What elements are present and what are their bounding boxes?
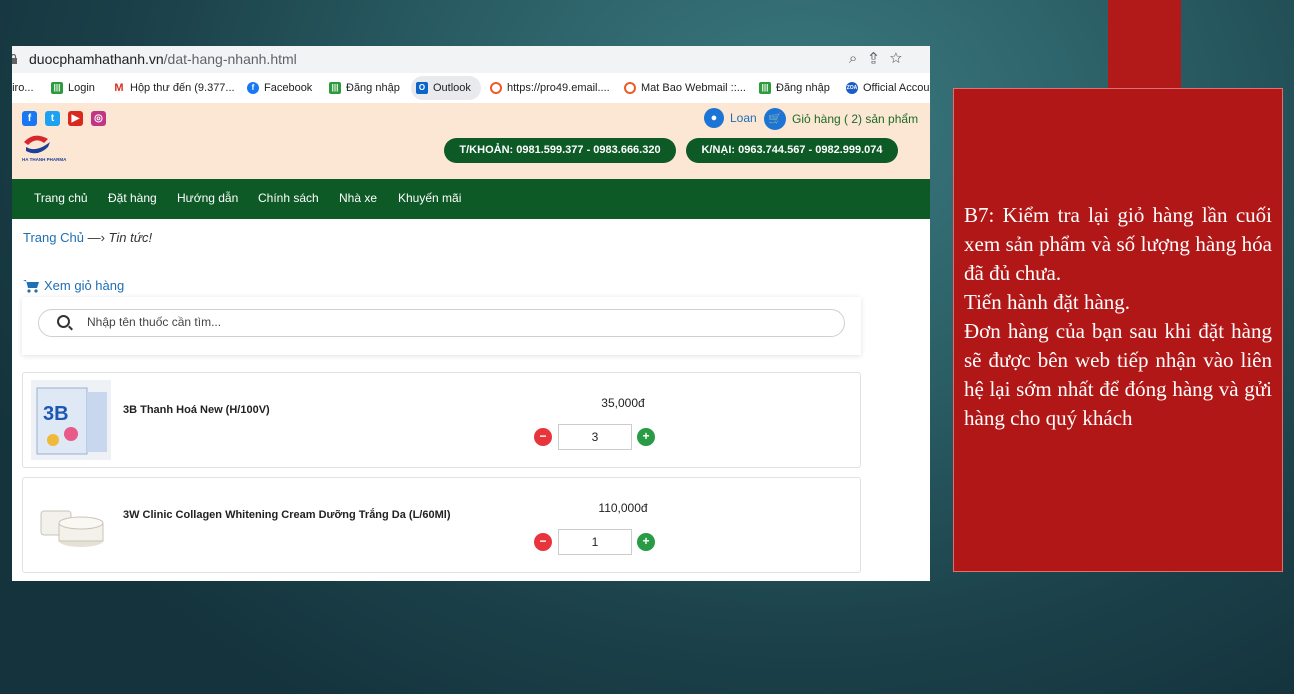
cart-link[interactable]: 🛒 Giỏ hàng ( 2) sản phẩm (764, 108, 918, 130)
gmail-icon: M (113, 82, 125, 94)
brand-text: HA THANH PHARMA (22, 157, 67, 162)
star-icon[interactable]: ☆ (890, 50, 914, 67)
browser-screenshot: duocphamhathanh.vn/dat-hang-nhanh.html ⌕… (12, 46, 930, 581)
address-actions: ⌕⇪☆ (849, 50, 914, 67)
cart-label: Giỏ hàng ( 2) sản phẩm (792, 112, 919, 126)
bookmark-dang-nhap-2[interactable]: ||| Đăng nhập (759, 82, 830, 94)
social-links: f t ▶ ◎ (22, 111, 106, 126)
instagram-icon[interactable]: ◎ (91, 111, 106, 126)
svg-text:3B: 3B (43, 403, 69, 425)
bookmark-label: Mat Bao Webmail ::... (641, 82, 746, 94)
product-name: 3B Thanh Hoá New (H/100V) (123, 404, 270, 416)
bookmark-label: Facebook (264, 82, 313, 94)
note-line-2: Tiến hành đặt hàng. (964, 290, 1131, 314)
share-icon[interactable]: ⇪ (869, 50, 889, 67)
product-name: 3W Clinic Collagen Whitening Cream Dưỡng… (123, 509, 451, 521)
bookmark-dang-nhap-1[interactable]: ||| Đăng nhập (329, 82, 400, 94)
bookmark-login[interactable]: ||| Login (51, 82, 95, 94)
note-line-3: Đơn hàng của bạn sau khi đặt hàng sẽ đượ… (964, 319, 1272, 430)
product-price: 35,000đ (601, 396, 645, 410)
search-input[interactable] (85, 314, 789, 330)
nav-item-promo[interactable]: Khuyến mãi (398, 191, 461, 205)
url-path: /dat-hang-nhanh.html (163, 51, 297, 67)
account-link[interactable]: ● Loan (704, 108, 757, 128)
bookmark-label: biro... (12, 82, 34, 94)
quantity-input[interactable]: 3 (558, 424, 632, 450)
bookmark-label: Đăng nhập (346, 82, 400, 94)
bookmark-pro49[interactable]: https://pro49.email.... (490, 82, 610, 94)
main-nav: Trang chủ Đặt hàng Hướng dẫn Chính sách … (12, 179, 930, 219)
nav-item-guide[interactable]: Hướng dẫn (177, 191, 238, 205)
bookmark-label: Hộp thư đến (9.377... (130, 82, 235, 94)
bookmark-gmail[interactable]: M Hộp thư đến (9.377... (113, 82, 235, 94)
note-line-1: B7: Kiểm tra lại giỏ hàng lần cuối xem s… (964, 203, 1272, 285)
search-icon (57, 315, 70, 328)
breadcrumb-current: Tin tức! (108, 230, 153, 245)
outlook-icon: O (416, 82, 428, 94)
nav-item-bus[interactable]: Nhà xe (339, 191, 377, 205)
bookmark-official[interactable]: ZOA Official Accou (846, 82, 929, 94)
logo-mark-icon (24, 135, 50, 154)
user-icon: ● (704, 108, 724, 128)
bars-green-icon: ||| (51, 82, 63, 94)
breadcrumb: Trang Chủ —› Tin tức! (23, 230, 152, 245)
url-text[interactable]: duocphamhathanh.vn/dat-hang-nhanh.html (29, 51, 297, 67)
nav-item-order[interactable]: Đặt hàng (108, 191, 157, 205)
view-cart-link[interactable]: Xem giỏ hàng (23, 278, 124, 293)
ring-icon (624, 82, 636, 94)
bookmark-label: https://pro49.email.... (507, 82, 610, 94)
quantity-input[interactable]: 1 (558, 529, 632, 555)
bookmark-label: Official Accou (863, 82, 930, 94)
cart-icon (23, 279, 39, 293)
cart-item: 3B 3B Thanh Hoá New (H/100V) 35,000đ − 3… (22, 372, 861, 468)
bookmarks-bar: biro... |||Login MHộp thư đến (9.377... … (12, 73, 930, 103)
instruction-note: B7: Kiểm tra lại giỏ hàng lần cuối xem s… (953, 88, 1283, 572)
increase-qty-button[interactable]: + (637, 428, 655, 446)
view-cart-label: Xem giỏ hàng (44, 278, 125, 293)
twitter-icon[interactable]: t (45, 111, 60, 126)
bookmark-matbao[interactable]: Mat Bao Webmail ::... (624, 82, 746, 94)
zoa-icon: ZOA (846, 82, 858, 94)
search-panel (22, 297, 861, 355)
complaint-hotline-pill: K/NẠI: 0963.744.567 - 0982.999.074 (686, 138, 898, 163)
breadcrumb-home[interactable]: Trang Chủ (23, 230, 84, 245)
facebook-icon[interactable]: f (22, 111, 37, 126)
product-image: 3B (31, 380, 111, 460)
product-image (31, 485, 111, 565)
account-hotline-pill: T/KHOẢN: 0981.599.377 - 0983.666.320 (444, 138, 676, 163)
ring-icon (490, 82, 502, 94)
bars-green-icon: ||| (759, 82, 771, 94)
lock-icon (12, 54, 17, 64)
nav-item-policy[interactable]: Chính sách (258, 191, 319, 205)
bookmark-biro[interactable]: biro... (12, 82, 34, 94)
product-price: 110,000đ (598, 501, 648, 515)
facebook-icon: f (247, 82, 259, 94)
bookmark-label: Outlook (433, 82, 471, 94)
site-header: f t ▶ ◎ HA THANH PHARMA ● Loan 🛒 Giỏ hàng … (12, 103, 930, 179)
decrease-qty-button[interactable]: − (534, 533, 552, 551)
cart-item: 3W Clinic Collagen Whitening Cream Dưỡng… (22, 477, 861, 573)
bookmark-outlook[interactable]: O Outlook (416, 82, 471, 94)
zoom-icon[interactable]: ⌕ (849, 50, 869, 67)
url-host: duocphamhathanh.vn (29, 51, 164, 67)
user-name: Loan (730, 111, 757, 125)
bookmark-label: Đăng nhập (776, 82, 830, 94)
bookmark-label: Login (68, 82, 95, 94)
search-field[interactable] (38, 309, 845, 337)
site-logo[interactable]: HA THANH PHARMA (22, 133, 82, 167)
nav-item-home[interactable]: Trang chủ (34, 191, 88, 205)
breadcrumb-separator: —› (87, 230, 105, 245)
cart-icon: 🛒 (764, 108, 786, 130)
decrease-qty-button[interactable]: − (534, 428, 552, 446)
youtube-icon[interactable]: ▶ (68, 111, 83, 126)
decorative-ribbon (1108, 0, 1181, 90)
bars-green-icon: ||| (329, 82, 341, 94)
bookmark-facebook[interactable]: f Facebook (247, 82, 312, 94)
increase-qty-button[interactable]: + (637, 533, 655, 551)
address-bar[interactable]: duocphamhathanh.vn/dat-hang-nhanh.html ⌕… (12, 46, 930, 73)
